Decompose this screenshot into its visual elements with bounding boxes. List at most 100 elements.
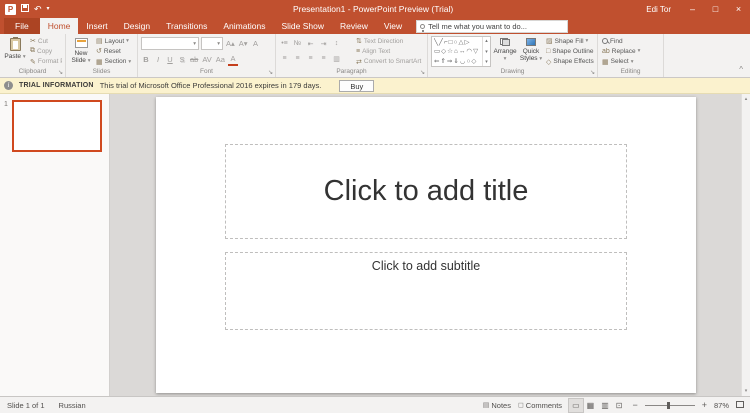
minimize-button[interactable]: – xyxy=(681,0,704,18)
reset-button[interactable]: ↺ Reset xyxy=(95,47,134,56)
tab-view[interactable]: View xyxy=(376,18,410,34)
paste-button[interactable]: Paste ▾ xyxy=(3,36,27,67)
shrink-font-button[interactable]: A▾ xyxy=(238,38,249,50)
font-dialog-launcher-icon[interactable]: ↘ xyxy=(268,69,273,76)
zoom-slider[interactable] xyxy=(644,401,695,410)
underline-button[interactable]: U xyxy=(165,54,175,66)
section-button[interactable]: ▦ Section ▾ xyxy=(95,58,134,66)
font-color-button[interactable]: A xyxy=(227,54,238,66)
format-painter-button[interactable]: ✎ Format Painter xyxy=(29,58,62,66)
slideshow-view-button[interactable]: ⊡ xyxy=(613,399,626,412)
find-button[interactable]: Find xyxy=(601,38,660,45)
language-indicator[interactable]: Russian xyxy=(59,401,86,410)
quick-styles-icon xyxy=(526,38,536,46)
tab-review[interactable]: Review xyxy=(332,18,376,34)
change-case-button[interactable]: Aa xyxy=(215,54,226,66)
comments-toggle[interactable]: ◻ Comments xyxy=(518,401,562,410)
subtitle-placeholder[interactable]: Click to add subtitle xyxy=(225,252,627,330)
align-text-button[interactable]: ≡ Align Text xyxy=(355,48,422,55)
text-shadow-button[interactable]: S xyxy=(177,54,187,66)
zoom-in-button[interactable]: + xyxy=(702,400,707,410)
slide-thumbnail[interactable] xyxy=(12,100,102,152)
tell-me-input[interactable] xyxy=(428,21,565,31)
normal-view-button[interactable]: ▭ xyxy=(568,397,584,413)
zoom-percentage[interactable]: 87% xyxy=(714,401,729,410)
bold-button[interactable]: B xyxy=(141,54,151,66)
convert-smartart-button[interactable]: ⇄ Convert to SmartArt xyxy=(355,58,422,66)
columns-button[interactable]: ▥ xyxy=(331,55,342,63)
scroll-up-icon[interactable]: ▴ xyxy=(745,96,748,102)
paragraph-dialog-launcher-icon[interactable]: ↘ xyxy=(420,69,425,76)
clipboard-dialog-launcher-icon[interactable]: ↘ xyxy=(58,69,63,76)
undo-button[interactable]: ↶ xyxy=(34,4,42,14)
notes-toggle[interactable]: ▤ Notes xyxy=(483,401,511,410)
tab-file[interactable]: File xyxy=(4,18,40,34)
save-button[interactable] xyxy=(21,4,29,14)
clear-formatting-button[interactable]: A xyxy=(251,38,261,50)
close-button[interactable]: × xyxy=(727,0,750,18)
shapes-more-icon[interactable]: ▾ xyxy=(485,59,488,65)
slide[interactable]: Click to add title Click to add subtitle xyxy=(156,97,696,393)
shapes-gallery[interactable]: ╲╱⌐□○△▷ ▭◇☆⌂↔◠▽ ⇐⇑⇒⇓◡○◇ ▴ ▾ ▾ xyxy=(431,36,491,67)
title-placeholder[interactable]: Click to add title xyxy=(225,144,627,239)
tab-home[interactable]: Home xyxy=(39,18,79,34)
tab-slide-show[interactable]: Slide Show xyxy=(273,18,332,34)
tell-me-box[interactable] xyxy=(416,19,569,33)
shape-row[interactable]: ⇐⇑⇒⇓◡○◇ xyxy=(434,57,480,65)
reading-view-button[interactable]: ▥ xyxy=(598,399,612,412)
buy-button[interactable]: Buy xyxy=(339,79,375,92)
layout-button[interactable]: ▤ Layout ▾ xyxy=(95,37,134,46)
tab-animations[interactable]: Animations xyxy=(215,18,273,34)
new-slide-button[interactable]: New Slide ▾ xyxy=(69,36,93,67)
font-name-combobox[interactable]: ▾ xyxy=(141,37,199,50)
zoom-out-button[interactable]: − xyxy=(632,400,637,410)
fit-slide-button[interactable] xyxy=(736,400,744,410)
select-button[interactable]: ▦ Select ▾ xyxy=(601,58,660,66)
shape-row[interactable]: ▭◇☆⌂↔◠▽ xyxy=(434,47,480,55)
quick-styles-label: Quick Styles xyxy=(519,48,540,62)
align-text-icon: ≡ xyxy=(356,47,361,55)
shape-row[interactable]: ╲╱⌐□○△▷ xyxy=(434,38,480,46)
zoom-slider-thumb[interactable] xyxy=(667,401,671,409)
numbering-button[interactable]: № xyxy=(292,40,303,48)
arrange-button[interactable]: Arrange ▾ xyxy=(493,36,517,67)
character-spacing-button[interactable]: AV xyxy=(201,54,212,66)
collapse-ribbon-button[interactable]: ^ xyxy=(739,65,743,74)
vertical-scrollbar[interactable]: ▴ ▾ xyxy=(741,94,750,396)
customize-qat-button[interactable]: ▾ xyxy=(47,4,50,14)
copy-button[interactable]: ⧉ Copy xyxy=(29,47,62,55)
slide-sorter-view-button[interactable]: ▦ xyxy=(584,399,598,412)
scroll-down-icon[interactable]: ▾ xyxy=(745,388,748,394)
tab-transitions[interactable]: Transitions xyxy=(158,18,215,34)
fit-to-window-icon xyxy=(736,400,744,408)
align-left-button[interactable]: ≡ xyxy=(279,55,290,63)
align-center-button[interactable]: ≡ xyxy=(292,55,303,63)
increase-indent-button[interactable]: ⇥ xyxy=(318,40,329,48)
decrease-indent-button[interactable]: ⇤ xyxy=(305,40,316,48)
shape-fill-button[interactable]: ▨ Shape Fill ▾ xyxy=(545,37,594,46)
text-direction-button[interactable]: ⇅ Text Direction xyxy=(355,37,422,46)
grow-font-button[interactable]: A▴ xyxy=(225,38,236,50)
shape-effects-label: Shape Effects xyxy=(553,58,594,66)
strikethrough-button[interactable]: ab xyxy=(189,54,199,66)
replace-button[interactable]: ab Replace ▾ xyxy=(601,48,660,55)
shapes-scroll-up-icon[interactable]: ▴ xyxy=(485,38,488,44)
maximize-button[interactable]: □ xyxy=(704,0,727,18)
line-spacing-button[interactable]: ↕ xyxy=(331,40,342,48)
align-right-button[interactable]: ≡ xyxy=(305,55,316,63)
quick-styles-button[interactable]: Quick Styles ▾ xyxy=(519,36,543,67)
tab-design[interactable]: Design xyxy=(116,18,158,34)
statusbar-left: Slide 1 of 1 Russian xyxy=(4,401,86,410)
drawing-dialog-launcher-icon[interactable]: ↘ xyxy=(590,69,595,76)
bullets-button[interactable]: •≡ xyxy=(279,40,290,48)
font-size-combobox[interactable]: ▾ xyxy=(201,37,223,50)
justify-button[interactable]: ≡ xyxy=(318,55,329,63)
cut-button[interactable]: ✂ Cut xyxy=(29,37,62,46)
italic-button[interactable]: I xyxy=(153,54,163,66)
powerpoint-logo-icon: P xyxy=(5,3,16,15)
shape-outline-button[interactable]: □ Shape Outline ▾ xyxy=(545,48,594,55)
shape-effects-button[interactable]: ◇ Shape Effects ▾ xyxy=(545,58,594,66)
tab-insert[interactable]: Insert xyxy=(78,18,115,34)
shapes-scroll-down-icon[interactable]: ▾ xyxy=(485,49,488,55)
user-name[interactable]: Edi Tor xyxy=(646,5,671,14)
